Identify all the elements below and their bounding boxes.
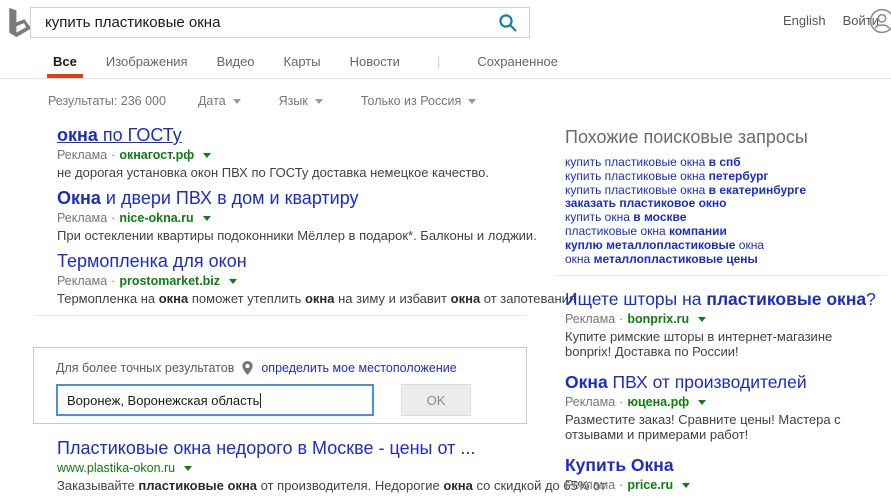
result-title[interactable]: Окна и двери ПВХ в дом и квартиру [57,188,359,209]
header: English Войти [0,0,891,46]
result-description: Разместите заказ! Сравните цены! Мастера… [565,412,881,442]
result-description: При остеклении квартиры подоконники Мёлл… [57,227,527,244]
user-icon[interactable] [869,8,891,34]
language-link[interactable]: English [783,13,826,28]
result-description: Заказывайте пластиковые окна от производ… [57,477,527,494]
related-search-link[interactable]: куплю металлопластиковые окна [565,239,886,253]
search-tabs: Все Изображения Видео Карты Новости | Со… [0,46,891,79]
related-search-link[interactable]: купить пластиковые окна петербург [565,170,886,184]
result-attribution: Реклама · price.ru [565,477,886,493]
filter-date[interactable]: Дата [198,94,241,108]
chevron-down-icon[interactable] [698,400,706,405]
results-column: окна по ГОСТу Реклама · окнагост.рф не д… [0,125,527,501]
tab-news[interactable]: Новости [350,54,400,78]
result-description: Термопленка на окна поможет утеплить окн… [57,290,527,307]
header-links: English Войти [783,13,879,28]
related-searches-list: купить пластиковые окна в спб купить пла… [565,156,886,266]
result-description: Купите римские шторы в интернет-магазине… [565,329,881,359]
filter-bar: Результаты: 236 000 Дата Язык Только из … [0,79,891,120]
chevron-down-icon[interactable] [203,216,211,221]
related-search-link[interactable]: купить пластиковые окна в спб [565,156,886,170]
result-title[interactable]: Окна ПВХ от производителей [565,372,807,392]
result-attribution: Реклама · окнагост.рф [57,147,527,163]
results-count: Результаты: 236 000 [48,94,166,108]
filter-region[interactable]: Только из Россия [361,94,476,108]
result-attribution: Реклама · bonprix.ru [565,311,886,327]
result-title[interactable]: Купить Окна [565,455,674,475]
ad-label: Реклама [565,477,615,493]
sidebar-ad-1: Ищете шторы на пластиковые окна? Реклама… [565,289,886,359]
result-attribution: www.plastika-okon.ru [57,460,527,476]
ad-result-2: Окна и двери ПВХ в дом и квартиру Реклам… [57,188,527,244]
result-description: не дорогая установка окон ПВХ по ГОСТу д… [57,164,527,181]
tab-maps[interactable]: Карты [284,54,321,78]
result-url[interactable]: www.plastika-okon.ru [57,460,175,476]
filter-language[interactable]: Язык [279,94,323,108]
result-title[interactable]: Термопленка для окон [57,251,247,272]
chevron-down-icon[interactable] [203,153,211,158]
sidebar-ad-3: Купить Окна Реклама · price.ru [565,455,886,493]
results-divider [35,315,527,316]
ad-label: Реклама [57,210,107,226]
location-input[interactable]: Воронеж, Воронежская область [56,384,374,416]
chevron-down-icon [233,99,241,104]
result-domain[interactable]: bonprix.ru [627,311,689,327]
detect-location-link[interactable]: определить мое местоположение [261,361,456,375]
result-domain[interactable]: окнагост.рф [119,147,194,163]
ok-button[interactable]: OK [401,384,471,416]
location-label: Для более точных результатов [56,361,234,375]
result-attribution: Реклама · юцена.рф [565,394,886,410]
organic-result-1: Пластиковые окна недорого в Москве - цен… [57,438,527,494]
tab-videos[interactable]: Видео [217,54,255,78]
related-searches-heading: Похожие поисковые запросы [565,127,886,147]
search-icon [498,13,518,33]
related-search-link[interactable]: заказать пластиковое окно [565,197,886,211]
search-input[interactable] [31,13,487,32]
result-attribution: Реклама · prostomarket.biz [57,273,527,289]
related-search-link[interactable]: пластиковые окна компании [565,225,886,239]
chevron-down-icon [468,99,476,104]
ad-label: Реклама [565,311,615,327]
result-attribution: Реклама · nice-okna.ru [57,210,527,226]
related-search-link[interactable]: купить пластиковые окна в екатеринбурге [565,184,886,198]
result-title[interactable]: окна по ГОСТу [57,125,182,146]
ad-label: Реклама [57,147,107,163]
sidebar-divider [556,275,886,276]
sidebar: Похожие поисковые запросы купить пластик… [556,125,886,501]
chevron-down-icon[interactable] [682,483,690,488]
text-cursor [260,393,261,408]
ad-result-3: Термопленка для окон Реклама · prostomar… [57,251,527,307]
sidebar-ad-2: Окна ПВХ от производителей Реклама · юце… [565,372,886,442]
result-domain[interactable]: price.ru [627,477,673,493]
chevron-down-icon[interactable] [184,466,192,471]
tab-saved[interactable]: Сохраненное [477,54,558,78]
tab-images[interactable]: Изображения [106,54,188,78]
related-search-link[interactable]: купить окна в москве [565,211,886,225]
search-button[interactable] [487,8,529,37]
content: окна по ГОСТу Реклама · окнагост.рф не д… [0,125,891,501]
ad-label: Реклама [57,273,107,289]
result-title[interactable]: Ищете шторы на пластиковые окна? [565,289,876,309]
chevron-down-icon[interactable] [229,279,237,284]
result-domain[interactable]: юцена.рф [627,394,689,410]
result-domain[interactable]: nice-okna.ru [119,210,193,226]
location-pin-icon [241,360,254,376]
chevron-down-icon [315,99,323,104]
search-box [30,7,530,38]
ad-label: Реклама [565,394,615,410]
tab-all[interactable]: Все [53,54,77,78]
result-title[interactable]: Пластиковые окна недорого в Москве - цен… [57,438,475,459]
location-box: Для более точных результатов определить … [33,347,527,424]
related-search-link[interactable]: окна металлопластиковые цены [565,253,886,267]
tab-separator: | [437,54,440,78]
chevron-down-icon[interactable] [698,317,706,322]
ad-result-1: окна по ГОСТу Реклама · окнагост.рф не д… [57,125,527,181]
result-domain[interactable]: prostomarket.biz [119,273,220,289]
